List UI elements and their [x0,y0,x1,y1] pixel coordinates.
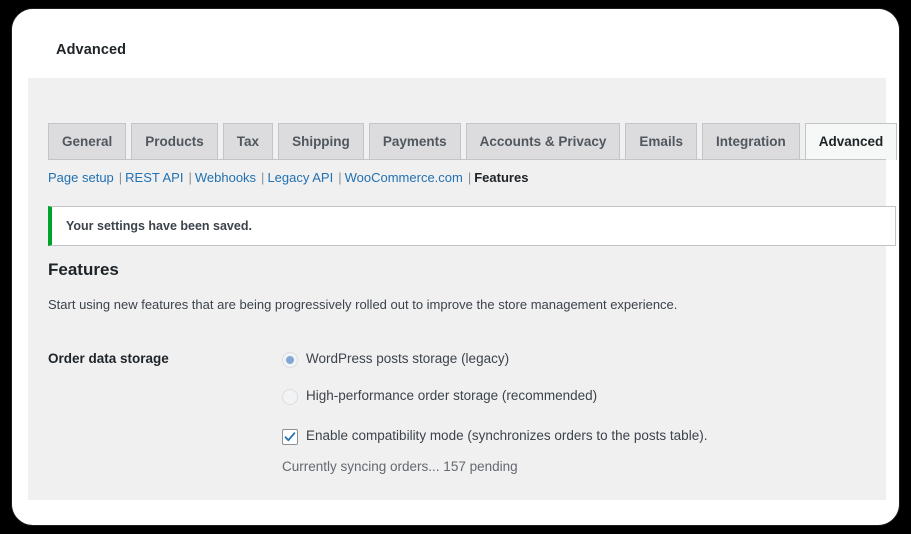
subnav-separator: | [261,170,265,185]
settings-panel: General Products Tax Shipping Payments Accoun… [28,78,898,500]
radio-legacy-storage-label[interactable]: WordPress posts storage (legacy) [306,351,509,366]
tab-general[interactable]: General [48,123,127,160]
success-notice-message: Your settings have been saved. [66,219,252,233]
subnav-link-page-setup[interactable]: Page setup [48,170,114,185]
subnav-separator: | [338,170,342,185]
sync-status-text: Currently syncing orders... 157 pending [282,459,518,474]
checkbox-compatibility-mode-icon[interactable] [282,429,298,445]
checkbox-compatibility-mode-label[interactable]: Enable compatibility mode (synchronizes … [306,428,707,443]
tab-strip-underline [48,159,886,160]
success-notice: Your settings have been saved. [48,206,896,246]
subnav-separator: | [118,170,123,185]
tab-payments[interactable]: Payments [368,123,461,160]
subnav-link-webhooks[interactable]: Webhooks [195,170,256,185]
tab-emails[interactable]: Emails [625,123,697,160]
tab-integration[interactable]: Integration [701,123,800,160]
tab-accounts-privacy[interactable]: Accounts & Privacy [465,123,621,160]
tab-products[interactable]: Products [131,123,218,160]
radio-legacy-storage-icon[interactable] [282,352,298,368]
tab-tax[interactable]: Tax [222,123,274,160]
radio-high-performance-storage-label[interactable]: High-performance order storage (recommen… [306,388,597,403]
page-header: Advanced [12,9,899,78]
page-title: Advanced [56,42,127,58]
settings-subnav: Page setup | REST API | Webhooks | Legacy API |… [48,170,886,185]
radio-high-performance-storage-icon[interactable] [282,389,298,405]
tab-shipping[interactable]: Shipping [278,123,364,160]
browser-window-frame: Advanced General Products Tax Shipping Payme… [11,8,900,526]
settings-tab-strip: General Products Tax Shipping Payments Accoun… [48,123,898,160]
subnav-link-rest-api[interactable]: REST API [125,170,183,185]
tab-advanced[interactable]: Advanced [804,123,898,160]
subnav-separator: | [467,170,472,185]
features-heading: Features [48,260,119,279]
order-data-storage-label: Order data storage [48,351,169,366]
subnav-link-woocommerce-com[interactable]: WooCommerce.com [345,170,463,185]
features-description: Start using new features that are being … [48,297,678,312]
subnav-link-legacy-api[interactable]: Legacy API [267,170,333,185]
subnav-current-features: Features [474,170,529,185]
subnav-separator: | [188,170,192,185]
check-icon [284,432,296,442]
